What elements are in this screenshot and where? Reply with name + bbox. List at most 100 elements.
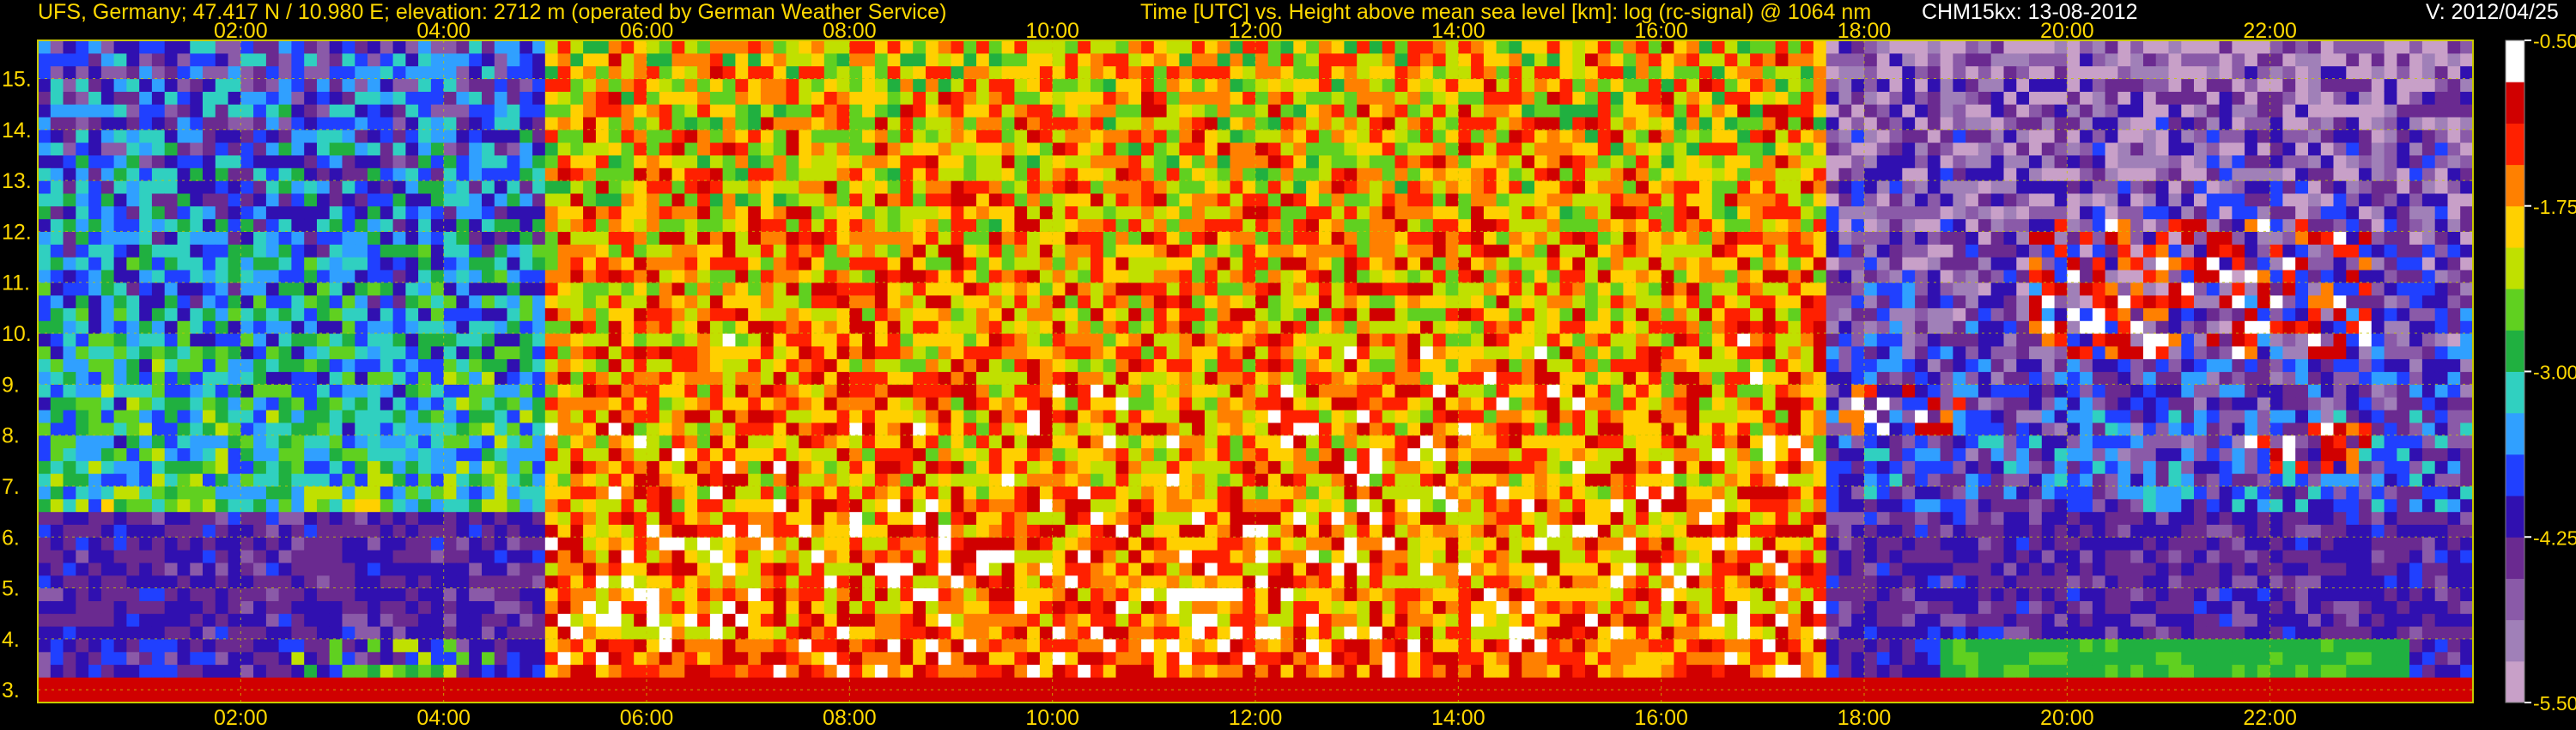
heatmap-cell	[1153, 78, 1168, 92]
heatmap-cell	[926, 117, 939, 131]
heatmap-cell	[532, 91, 546, 105]
heatmap-cell	[253, 218, 267, 232]
heatmap-cell	[1091, 575, 1104, 589]
heatmap-cell	[1153, 638, 1168, 653]
heatmap-cell	[507, 91, 520, 105]
heatmap-cell	[1001, 626, 1015, 640]
heatmap-cell	[139, 562, 153, 576]
heatmap-cell	[1242, 397, 1256, 411]
heatmap-cell	[811, 282, 825, 296]
heatmap-cell	[900, 129, 914, 143]
heatmap-cell	[405, 677, 419, 690]
heatmap-cell	[1014, 638, 1028, 653]
heatmap-cell	[583, 677, 597, 690]
heatmap-cell	[1091, 320, 1104, 334]
heatmap-cell	[228, 690, 241, 703]
heatmap-cell	[963, 460, 977, 474]
heatmap-cell	[342, 231, 355, 245]
heatmap-cell	[595, 231, 610, 245]
heatmap-cell	[951, 180, 964, 194]
heatmap-cell	[595, 587, 610, 601]
heatmap-cell	[823, 345, 838, 360]
heatmap-cell	[874, 498, 889, 513]
heatmap-cell	[786, 180, 799, 194]
heatmap-cell	[88, 117, 102, 131]
heatmap-cell	[976, 613, 990, 627]
heatmap-cell	[177, 575, 191, 589]
heatmap-cell	[557, 257, 571, 271]
heatmap-cell	[608, 320, 623, 334]
heatmap-cell	[671, 550, 685, 563]
heatmap-cell	[1039, 562, 1054, 576]
heatmap-cell	[823, 460, 838, 474]
heatmap-cell	[697, 371, 711, 385]
heatmap-cell	[418, 410, 432, 423]
heatmap-cell	[1141, 371, 1155, 385]
heatmap-cell	[190, 677, 204, 690]
heatmap-cell	[976, 65, 990, 80]
heatmap-cell	[659, 397, 673, 411]
heatmap-cell	[811, 626, 825, 640]
heatmap-cell	[697, 498, 711, 513]
heatmap-cell	[900, 180, 914, 194]
heatmap-cell	[113, 397, 127, 411]
heatmap-cell	[1128, 447, 1142, 461]
heatmap-cell	[659, 537, 673, 551]
heatmap-cell	[380, 677, 394, 690]
heatmap-cell	[113, 690, 127, 703]
heatmap-cell	[392, 498, 406, 513]
heatmap-cell	[355, 257, 368, 271]
heatmap-cell	[443, 511, 458, 525]
heatmap-cell	[1153, 117, 1168, 131]
heatmap-cell	[647, 257, 660, 271]
heatmap-cell	[164, 511, 179, 525]
heatmap-cell	[265, 205, 280, 220]
heatmap-cell	[482, 257, 495, 271]
heatmap-cell	[405, 524, 419, 538]
heatmap-cell	[342, 333, 355, 347]
heatmap-cell	[1091, 40, 1104, 54]
heatmap-cell	[811, 677, 825, 690]
heatmap-cell	[430, 52, 445, 67]
heatmap-cell	[811, 333, 825, 347]
heatmap-cell	[50, 205, 64, 220]
heatmap-cell	[317, 282, 331, 296]
heatmap-cell	[1052, 307, 1066, 321]
heatmap-cell	[862, 600, 876, 614]
heatmap-cell	[151, 626, 166, 640]
heatmap-cell	[368, 307, 381, 321]
heatmap-cell	[291, 550, 305, 563]
heatmap-cell	[849, 485, 863, 500]
heatmap-cell	[139, 651, 153, 666]
heatmap-cell	[443, 613, 458, 627]
heatmap-cell	[151, 52, 166, 67]
heatmap-cell	[342, 677, 355, 690]
heatmap-cell	[443, 690, 458, 703]
heatmap-cell	[697, 91, 711, 105]
heatmap-cell	[1091, 384, 1104, 398]
heatmap-cell	[697, 613, 711, 627]
heatmap-cell	[342, 613, 355, 627]
heatmap-cell	[1039, 104, 1054, 118]
heatmap-cell	[900, 690, 914, 703]
heatmap-cell	[519, 218, 533, 232]
heatmap-cell	[1153, 231, 1168, 245]
heatmap-cell	[469, 333, 483, 347]
heatmap-cell	[1242, 626, 1256, 640]
heatmap-cell	[215, 537, 229, 551]
heatmap-cell	[1141, 65, 1155, 80]
heatmap-cell	[329, 320, 343, 334]
heatmap-cell	[647, 397, 660, 411]
heatmap-cell	[976, 626, 990, 640]
heatmap-cell	[1115, 511, 1129, 525]
heatmap-cell	[63, 345, 76, 360]
heatmap-cell	[836, 320, 850, 334]
heatmap-cell	[773, 269, 787, 283]
heatmap-cell	[304, 104, 318, 118]
heatmap-cell	[557, 587, 571, 601]
heatmap-cell	[836, 269, 850, 283]
heatmap-cell	[329, 562, 343, 576]
heatmap-cell	[469, 320, 483, 334]
heatmap-cell	[278, 524, 292, 538]
heatmap-cell	[722, 447, 736, 461]
